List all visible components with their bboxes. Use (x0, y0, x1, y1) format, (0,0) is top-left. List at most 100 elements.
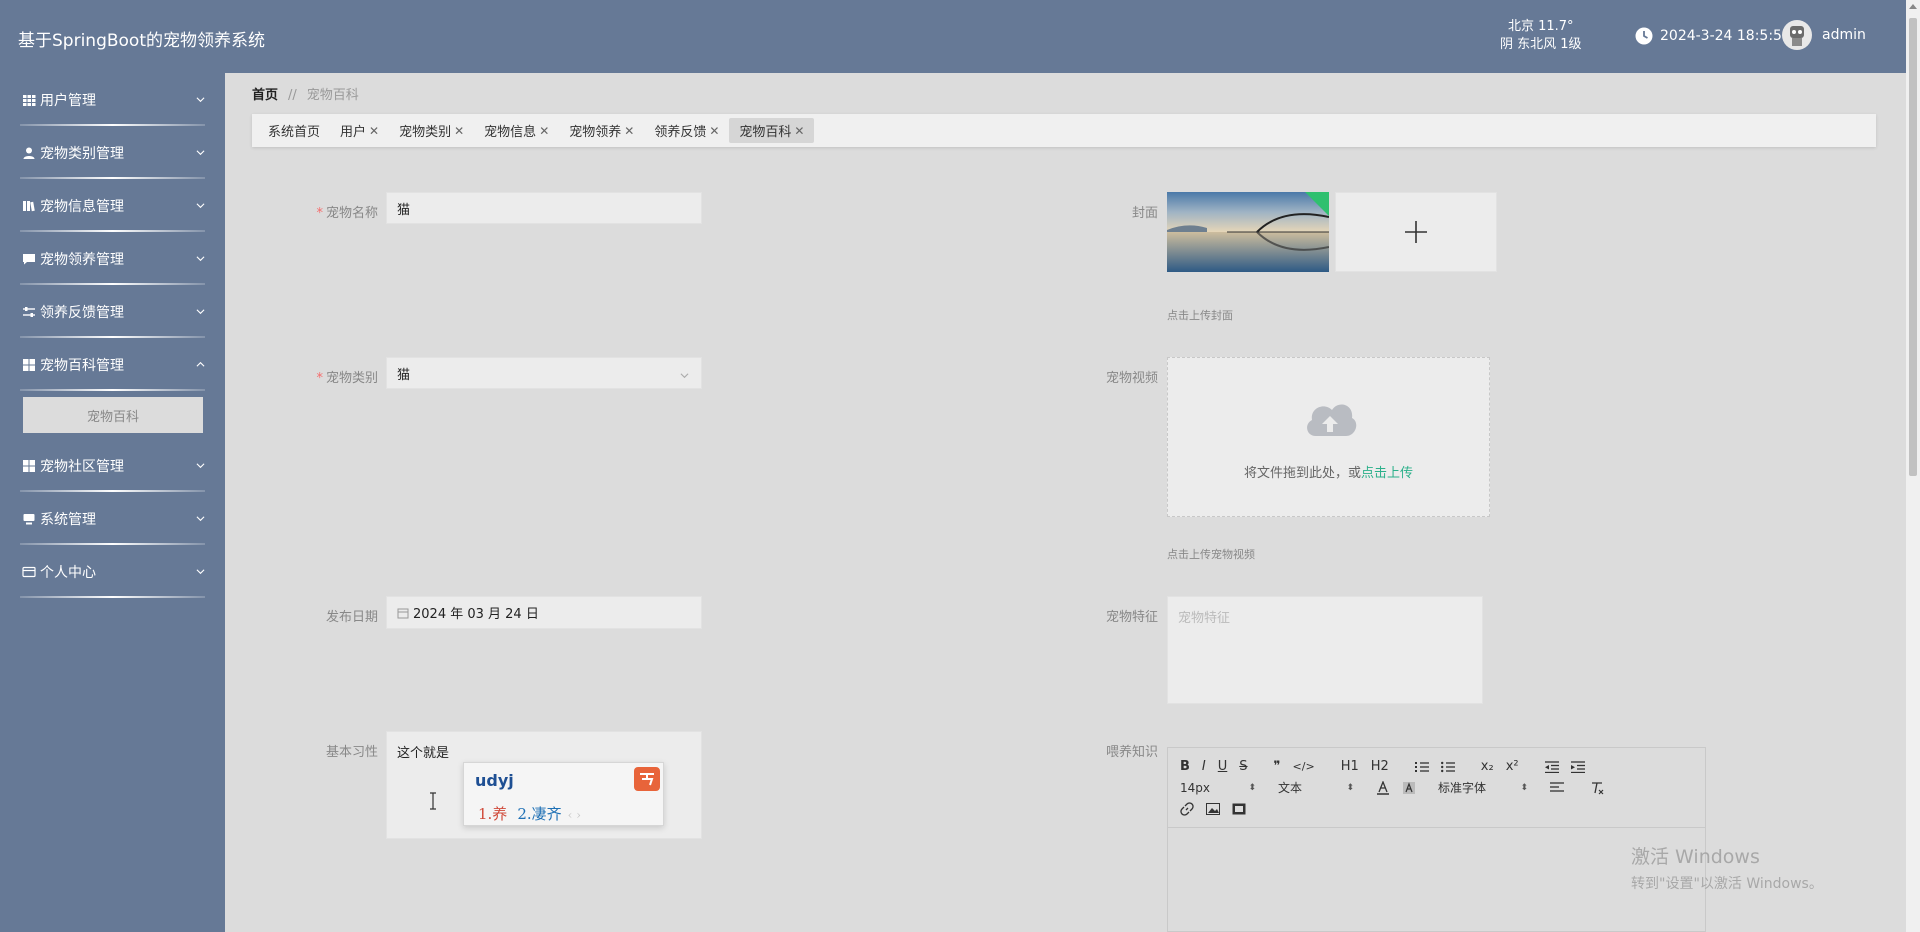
sidebar-item-pet-adoption-management[interactable]: 宠物领养管理 (0, 232, 225, 285)
format-select[interactable]: 文本 ⬍ (1278, 779, 1354, 796)
apps-icon (23, 358, 35, 371)
tab-label: 宠物类别 (399, 125, 452, 140)
sidebar-item-system-management[interactable]: 系统管理 (0, 492, 225, 545)
font-size-select[interactable]: 14px ⬍ (1180, 781, 1256, 795)
sidebar-item-pet-category-management[interactable]: 宠物类别管理 (0, 126, 225, 179)
publish-date-value: 2024 年 03 月 24 日 (413, 607, 539, 622)
text-cursor-icon (430, 792, 436, 810)
scroll-up-arrow-icon[interactable] (1909, 4, 1917, 9)
link-icon[interactable] (1180, 801, 1194, 816)
clock-icon (1635, 27, 1653, 45)
indent-icon[interactable] (1570, 760, 1585, 773)
close-icon[interactable]: ✕ (624, 124, 634, 138)
video-icon[interactable] (1232, 803, 1246, 815)
sidebar-item-user-management[interactable]: 用户管理 (0, 73, 225, 126)
publish-date-picker[interactable]: 2024 年 03 月 24 日 (386, 596, 702, 629)
sidebar-item-label: 宠物类别管理 (40, 145, 124, 162)
heading1-button[interactable]: H1 (1341, 759, 1359, 774)
strike-button[interactable]: S (1239, 759, 1247, 774)
close-icon[interactable]: ✕ (369, 124, 379, 138)
pet-feature-textarea[interactable]: 宠物特征 (1167, 596, 1483, 704)
tab-system-home[interactable]: 系统首页 (258, 118, 330, 143)
weather-widget: 北京 11.7° 阴 东北风 1级 (1500, 18, 1582, 54)
tab-pet-info[interactable]: 宠物信息 ✕ (474, 118, 559, 143)
user-menu[interactable]: admin (1782, 20, 1866, 50)
ordered-list-icon[interactable] (1414, 761, 1429, 773)
pet-category-label: * 宠物类别 (316, 371, 378, 386)
editor-toolbar: B I U S ❞ </> H1 H2 x₂ x² 14px ⬍ 文本 ⬍ 标准字体… (1168, 748, 1705, 828)
sidebar-item-label: 宠物社区管理 (40, 458, 124, 475)
pet-feature-label: 宠物特征 (1105, 610, 1158, 625)
cover-label: 封面 (1131, 206, 1158, 221)
select-arrows-icon: ⬍ (1520, 782, 1528, 793)
breadcrumb-home[interactable]: 首页 (252, 88, 278, 103)
bridge-landscape-image (1167, 192, 1329, 272)
avatar (1782, 20, 1812, 50)
code-block-button[interactable]: </> (1293, 760, 1315, 773)
rich-text-editor[interactable]: B I U S ❞ </> H1 H2 x₂ x² 14px ⬍ 文本 ⬍ 标准字体… (1167, 747, 1706, 932)
font-color-icon[interactable] (1376, 780, 1390, 795)
cloud-upload-icon (1307, 404, 1357, 436)
pet-feature-placeholder: 宠物特征 (1178, 611, 1231, 626)
tab-adoption-feedback[interactable]: 领养反馈 ✕ (644, 118, 729, 143)
click-upload-link[interactable]: 点击上传 (1361, 466, 1413, 481)
username: admin (1822, 27, 1866, 43)
sidebar-item-label: 宠物百科管理 (40, 357, 124, 374)
tab-label: 宠物领养 (569, 125, 622, 140)
clear-format-icon[interactable] (1590, 781, 1604, 795)
subscript-button[interactable]: x₂ (1481, 759, 1494, 774)
scroll-thumb[interactable] (1909, 18, 1917, 476)
select-arrows-icon: ⬍ (1346, 782, 1354, 793)
close-icon[interactable]: ✕ (794, 124, 804, 138)
image-icon[interactable] (1206, 802, 1220, 815)
tab-pet-adoption[interactable]: 宠物领养 ✕ (559, 118, 644, 143)
pet-category-value: 猫 (397, 367, 411, 383)
add-cover-button[interactable] (1335, 192, 1497, 272)
superscript-button[interactable]: x² (1506, 759, 1519, 774)
sidebar-item-label: 系统管理 (40, 511, 96, 528)
sidebar-item-pet-info-management[interactable]: 宠物信息管理 (0, 179, 225, 232)
bullet-list-icon[interactable] (1440, 761, 1455, 773)
close-icon[interactable]: ✕ (709, 124, 719, 138)
sidebar-item-pet-wiki-management[interactable]: 宠物百科管理 (0, 338, 225, 391)
pet-name-input[interactable]: 猫 (386, 192, 702, 224)
tab-label: 系统首页 (268, 125, 321, 140)
bold-button[interactable]: B (1180, 759, 1190, 774)
outdent-icon[interactable] (1544, 760, 1559, 773)
tab-label: 领养反馈 (654, 125, 707, 140)
cover-image[interactable] (1167, 192, 1329, 272)
font-size-value: 14px (1180, 780, 1210, 795)
tab-pet-wiki[interactable]: 宠物百科 ✕ (729, 118, 815, 143)
background-color-icon[interactable] (1402, 781, 1416, 795)
sidebar-item-pet-community-management[interactable]: 宠物社区管理 (0, 439, 225, 492)
align-left-icon[interactable] (1550, 781, 1564, 794)
sidebar-item-label: 宠物信息管理 (40, 198, 124, 215)
chevron-down-icon (196, 256, 205, 262)
ime-page-nav[interactable]: ‹ › (568, 808, 581, 822)
close-icon[interactable]: ✕ (539, 124, 549, 138)
datetime-text: 2024-3-24 18:5:59 (1660, 28, 1791, 44)
chevron-down-icon (196, 150, 205, 156)
blockquote-button[interactable]: ❞ (1274, 759, 1281, 774)
calendar-icon (397, 608, 409, 618)
font-family-select[interactable]: 标准字体 ⬍ (1438, 779, 1528, 796)
tab-pet-category[interactable]: 宠物类别 ✕ (389, 118, 474, 143)
sidebar-item-label: 宠物领养管理 (40, 251, 124, 268)
underline-button[interactable]: U (1218, 759, 1228, 774)
tab-user[interactable]: 用户 ✕ (330, 118, 389, 143)
video-hint: 点击上传宠物视频 (1167, 548, 1255, 561)
sidebar-subitem-pet-wiki[interactable]: 宠物百科 (23, 397, 203, 433)
page-scrollbar[interactable] (1906, 0, 1920, 932)
ime-candidate-2[interactable]: 2.凄齐 (517, 805, 561, 823)
ime-candidate-1[interactable]: 1.养 (478, 805, 507, 823)
sidebar-item-personal-center[interactable]: 个人中心 (0, 545, 225, 598)
sidebar-item-adoption-feedback-management[interactable]: 领养反馈管理 (0, 285, 225, 338)
video-upload-dropzone[interactable]: 将文件拖到此处，或点击上传 (1167, 357, 1490, 517)
sidebar-item-label: 个人中心 (40, 564, 96, 581)
apps-icon (23, 459, 35, 472)
close-icon[interactable]: ✕ (454, 124, 464, 138)
italic-button[interactable]: I (1202, 759, 1206, 774)
datetime-display: 2024-3-24 18:5:59 (1634, 26, 1791, 46)
heading2-button[interactable]: H2 (1371, 759, 1389, 774)
pet-category-select[interactable]: 猫 (386, 357, 702, 389)
